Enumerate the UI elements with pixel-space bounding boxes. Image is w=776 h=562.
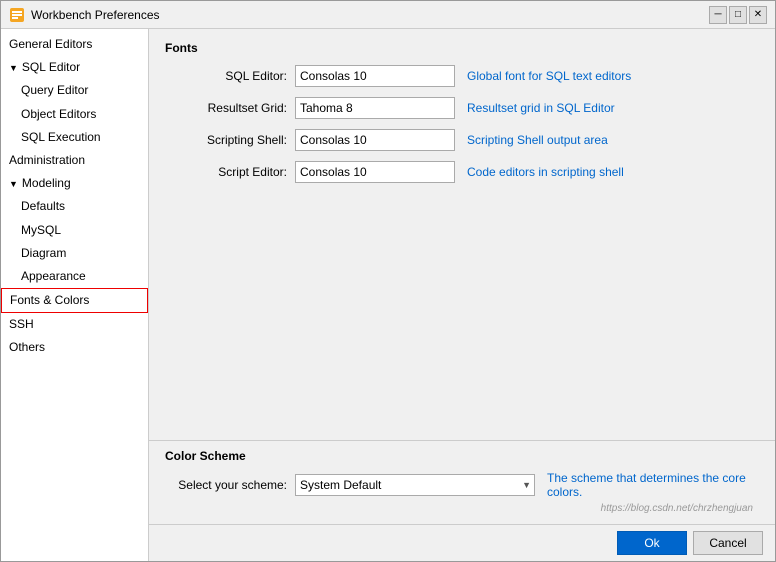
font-label-3: Script Editor: (165, 165, 295, 179)
sidebar-item-label: Appearance (21, 267, 86, 286)
minimize-button[interactable]: ─ (709, 6, 727, 24)
font-hint-0: Global font for SQL text editors (467, 69, 631, 83)
sidebar-item-label: Administration (9, 151, 85, 170)
sidebar-item-sql-execution[interactable]: SQL Execution (1, 126, 148, 149)
font-input-3[interactable] (295, 161, 455, 183)
maximize-button[interactable]: □ (729, 6, 747, 24)
sidebar-item-label: Fonts & Colors (10, 291, 89, 310)
font-input-1[interactable] (295, 97, 455, 119)
sidebar-item-label: SSH (9, 315, 34, 334)
font-hint-2: Scripting Shell output area (467, 133, 608, 147)
font-row-0: SQL Editor: Global font for SQL text edi… (165, 65, 759, 87)
app-icon (9, 7, 25, 23)
main-panel: Fonts SQL Editor: Global font for SQL te… (149, 29, 775, 247)
color-scheme-title: Color Scheme (165, 449, 759, 463)
select-scheme-label: Select your scheme: (165, 478, 295, 492)
expand-arrow: ▼ (9, 177, 18, 191)
color-scheme-row: Select your scheme: System DefaultLightD… (165, 471, 759, 499)
title-bar: Workbench Preferences ─ □ ✕ (1, 1, 775, 29)
window-title: Workbench Preferences (31, 8, 160, 22)
content-area: General Editors ▼ SQL Editor Query Editor Ob… (1, 29, 775, 561)
font-input-2[interactable] (295, 129, 455, 151)
font-hint-3: Code editors in scripting shell (467, 165, 624, 179)
watermark: https://blog.csdn.net/chrzhengjuan (165, 503, 759, 516)
sidebar-item-diagram[interactable]: Diagram (1, 242, 148, 265)
title-bar-left: Workbench Preferences (9, 7, 160, 23)
color-scheme-section: Color Scheme Select your scheme: System … (149, 440, 775, 524)
font-row-3: Script Editor: Code editors in scripting… (165, 161, 759, 183)
sidebar-item-appearance[interactable]: Appearance (1, 265, 148, 288)
sidebar-item-query-editor[interactable]: Query Editor (1, 79, 148, 102)
expand-arrow: ▼ (9, 61, 18, 75)
title-bar-controls: ─ □ ✕ (709, 6, 767, 24)
sidebar-item-label: Others (9, 338, 45, 357)
sidebar-item-mysql[interactable]: MySQL (1, 219, 148, 242)
sidebar-item-label: Diagram (21, 244, 66, 263)
fonts-section-title: Fonts (165, 41, 759, 55)
sidebar-item-administration[interactable]: Administration (1, 149, 148, 172)
main-window: Workbench Preferences ─ □ ✕ General Edit… (0, 0, 776, 562)
font-row-2: Scripting Shell: Scripting Shell output … (165, 129, 759, 151)
font-label-0: SQL Editor: (165, 69, 295, 83)
sidebar-item-others[interactable]: Others (1, 336, 148, 359)
color-hint: The scheme that determines the core colo… (547, 471, 747, 499)
sidebar-item-label: Defaults (21, 197, 65, 216)
sidebar-item-label: General Editors (9, 35, 92, 54)
font-label-1: Resultset Grid: (165, 101, 295, 115)
sidebar-item-defaults[interactable]: Defaults (1, 195, 148, 218)
sidebar-item-label: SQL Editor (22, 58, 80, 77)
sidebar-item-fonts-colors[interactable]: Fonts & Colors (1, 288, 148, 313)
font-row-1: Resultset Grid: Resultset grid in SQL Ed… (165, 97, 759, 119)
sidebar: General Editors ▼ SQL Editor Query Editor Ob… (1, 29, 149, 561)
font-input-0[interactable] (295, 65, 455, 87)
sidebar-item-label: Modeling (22, 174, 71, 193)
font-label-2: Scripting Shell: (165, 133, 295, 147)
cancel-button[interactable]: Cancel (693, 531, 763, 555)
sidebar-item-ssh[interactable]: SSH (1, 313, 148, 336)
sidebar-item-object-editors[interactable]: Object Editors (1, 103, 148, 126)
close-button[interactable]: ✕ (749, 6, 767, 24)
sidebar-item-sql-editor[interactable]: ▼ SQL Editor (1, 56, 148, 79)
sidebar-item-general-editors[interactable]: General Editors (1, 33, 148, 56)
scheme-select-wrapper: System DefaultLightDark ▼ (295, 474, 535, 496)
sidebar-item-label: SQL Execution (21, 128, 101, 147)
sidebar-item-label: Query Editor (21, 81, 88, 100)
font-hint-1: Resultset grid in SQL Editor (467, 101, 615, 115)
sidebar-item-modeling[interactable]: ▼ Modeling (1, 172, 148, 195)
button-row: Ok Cancel (149, 524, 775, 561)
sidebar-item-label: Object Editors (21, 105, 96, 124)
scheme-select[interactable]: System DefaultLightDark (295, 474, 535, 496)
ok-button[interactable]: Ok (617, 531, 687, 555)
sidebar-item-label: MySQL (21, 221, 61, 240)
